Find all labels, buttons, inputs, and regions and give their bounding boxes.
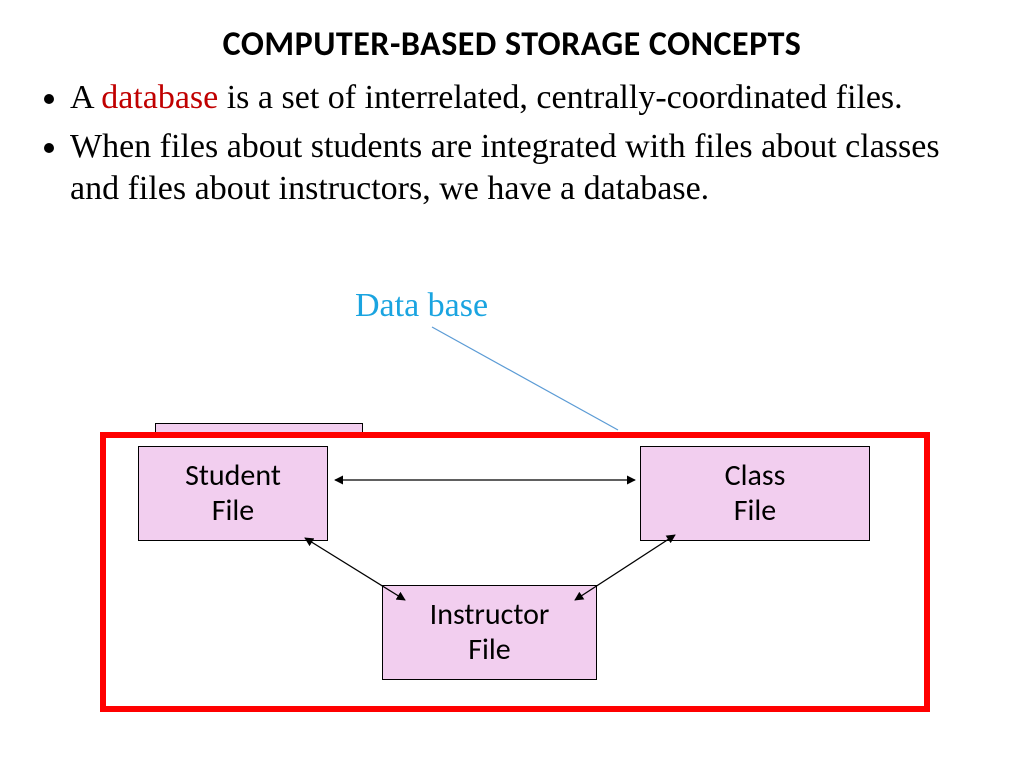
student-file-box: Student File [138, 446, 328, 541]
class-file-box: Class File [640, 446, 870, 541]
bullet-1-pre: A [70, 79, 101, 116]
page-title: COMPUTER-BASED STORAGE CONCEPTS [0, 0, 1024, 65]
bullet-1-emphasis: database [101, 79, 218, 116]
database-label: Data base [355, 287, 488, 325]
bullet-list: A database is a set of interrelated, cen… [0, 77, 1024, 211]
instructor-file-box: Instructor File [382, 585, 597, 680]
bullet-2: When files about students are integrated… [70, 126, 984, 211]
bullet-1: A database is a set of interrelated, cen… [70, 77, 984, 120]
bullet-1-post: is a set of interrelated, centrally-coor… [218, 79, 902, 116]
